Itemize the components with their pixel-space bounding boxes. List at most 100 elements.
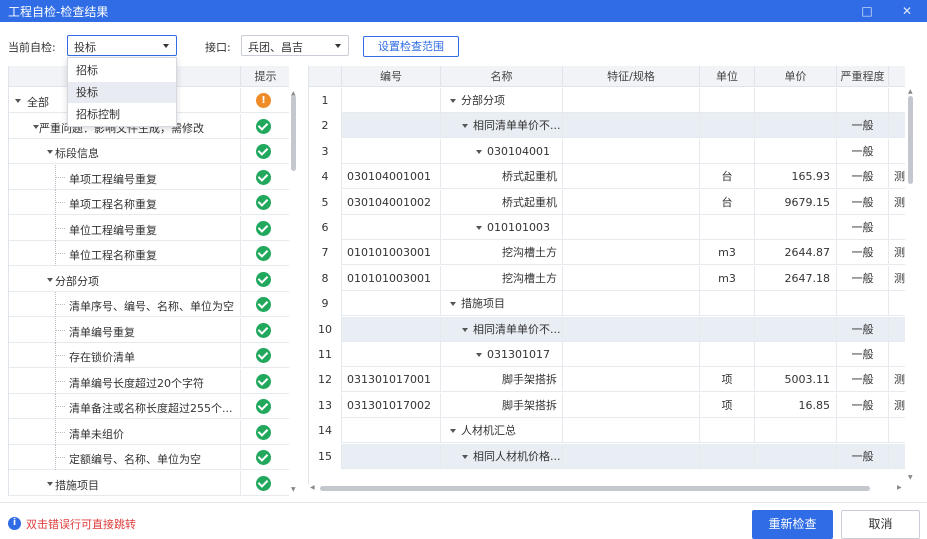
tree-row[interactable]: 清单编号重复 — [9, 317, 289, 343]
cell-unit: 项 — [699, 392, 754, 418]
cell-name: 挖沟槽土方 — [440, 240, 562, 266]
window-restore-icon[interactable]: □ — [858, 2, 876, 20]
cell-severity: 一般 — [836, 342, 888, 367]
expand-triangle-icon[interactable] — [450, 429, 456, 434]
table-row[interactable]: 7 010101003001 挖沟槽土方 m3 2644.87 一般测 — [309, 240, 905, 266]
table-row[interactable]: 9 措施项目 — [309, 291, 905, 317]
tree-row[interactable]: 清单备注或名称长度超过255个... — [9, 394, 289, 419]
scroll-thumb[interactable] — [320, 486, 870, 491]
expand-triangle-icon[interactable] — [47, 481, 53, 486]
table-row[interactable]: 11 031301017 一般 — [309, 342, 905, 367]
tree-row[interactable]: 清单编号长度超过20个字符 — [9, 368, 289, 394]
result-horizontal-scrollbar[interactable]: ◀ ▶ — [308, 484, 908, 494]
cell-spec — [562, 164, 699, 190]
cell-unit — [699, 88, 754, 113]
scroll-up-icon[interactable]: ▲ — [908, 88, 913, 95]
table-row[interactable]: 15 相同人材机价格... 一般 — [309, 443, 905, 469]
expand-triangle-icon[interactable] — [476, 353, 482, 357]
tree-row[interactable]: 单位工程名称重复 — [9, 241, 289, 266]
table-row[interactable]: 8 010101003001 挖沟槽土方 m3 2647.18 一般测 — [309, 265, 905, 291]
current-check-select[interactable]: 投标 — [67, 35, 177, 56]
scroll-left-icon[interactable]: ◀ — [310, 484, 315, 491]
table-row[interactable]: 14 人材机汇总 — [309, 418, 905, 444]
dropdown-option-zhaobiao-kongzhi[interactable]: 招标控制 — [68, 104, 176, 125]
tree-scrollbar[interactable]: ▲ ▼ — [289, 90, 298, 494]
tree-row[interactable]: 单项工程编号重复 — [9, 164, 289, 190]
expand-triangle-icon[interactable] — [15, 99, 21, 103]
set-check-range-button[interactable]: 设置检查范围 — [363, 36, 459, 57]
interface-select[interactable]: 兵团、昌吉 — [241, 35, 349, 56]
expand-triangle-icon[interactable] — [462, 124, 468, 129]
cell-name-text: 相同人材机价格... — [473, 449, 561, 463]
expand-triangle-icon[interactable] — [450, 302, 456, 307]
cell-unit: 台 — [699, 189, 754, 215]
col-header-price: 单价 — [754, 66, 836, 87]
tree-connector — [55, 241, 56, 266]
table-row[interactable]: 12 031301017001 脚手架搭拆 项 5003.11 一般测 — [309, 367, 905, 393]
tree-connector — [55, 445, 56, 470]
scroll-right-icon[interactable]: ▶ — [897, 484, 902, 491]
table-row[interactable]: 10 相同清单单价不... 一般 — [309, 316, 905, 342]
table-row[interactable]: 2 相同清单单价不... 一般 — [309, 113, 905, 139]
table-row[interactable]: 6 010101003 一般 — [309, 215, 905, 240]
expand-triangle-icon[interactable] — [47, 277, 53, 282]
column-divider — [240, 241, 241, 266]
cell-unit — [699, 443, 754, 469]
cell-price — [754, 291, 836, 317]
tree-row[interactable]: 分部分项 — [9, 266, 289, 292]
cell-no: 6 — [309, 215, 341, 240]
result-vertical-scrollbar[interactable]: ▲ ▼ — [905, 88, 917, 484]
table-row[interactable]: 5 030104001002 桥式起重机 台 9679.15 一般测 — [309, 189, 905, 215]
cancel-button[interactable]: 取消 — [841, 510, 920, 539]
cell-code: 031301017002 — [341, 392, 440, 418]
tree-connector — [55, 304, 65, 305]
expand-triangle-icon[interactable] — [476, 226, 482, 230]
scroll-down-icon[interactable]: ▼ — [908, 474, 913, 481]
expand-triangle-icon[interactable] — [476, 149, 482, 154]
tree-row-label: 单项工程名称重复 — [69, 198, 157, 211]
tree-connector — [55, 176, 65, 178]
dropdown-option-zhaobiao[interactable]: 招标 — [68, 60, 176, 81]
scroll-down-icon[interactable]: ▼ — [291, 486, 296, 493]
tree-row[interactable]: 单项工程名称重复 — [9, 190, 289, 215]
tree-row[interactable]: 措施项目 — [9, 470, 289, 496]
tree-row[interactable]: 清单未组价 — [9, 419, 289, 445]
cell-extra — [888, 342, 905, 367]
expand-triangle-icon[interactable] — [462, 454, 468, 459]
cell-spec — [562, 138, 699, 164]
tree-row-label: 分部分项 — [55, 274, 99, 288]
expand-triangle-icon[interactable] — [462, 327, 468, 332]
tree-row[interactable]: 存在锁价清单 — [9, 343, 289, 368]
result-grid-header: 编号 名称 特征/规格 单位 单价 严重程度 — [309, 66, 905, 87]
table-row[interactable]: 3 030104001 一般 — [309, 138, 905, 164]
interface-value: 兵团、昌吉 — [248, 41, 303, 54]
tree-row[interactable]: 单位工程编号重复 — [9, 215, 289, 241]
tree-row[interactable]: 定额编号、名称、单位为空 — [9, 445, 289, 470]
tree-row-label: 标段信息 — [55, 147, 99, 160]
cell-no: 3 — [309, 138, 341, 164]
table-row[interactable]: 4 030104001001 桥式起重机 台 165.93 一般测 — [309, 164, 905, 190]
scroll-thumb[interactable] — [908, 96, 913, 184]
table-row[interactable]: 1 分部分项 — [309, 88, 905, 113]
cell-name: 挖沟槽土方 — [440, 265, 562, 291]
scroll-thumb[interactable] — [291, 95, 296, 171]
cell-name-text: 桥式起重机 — [502, 195, 557, 209]
tree-row-label: 单位工程编号重复 — [69, 223, 157, 237]
table-row[interactable]: 13 031301017002 脚手架搭拆 项 16.85 一般测 — [309, 392, 905, 418]
expand-triangle-icon[interactable] — [450, 99, 456, 103]
jump-hint-text: 双击错误行可直接跳转 — [26, 518, 136, 531]
tree-connector — [55, 190, 56, 215]
recheck-button[interactable]: 重新检查 — [752, 510, 833, 539]
close-icon[interactable]: ✕ — [898, 2, 916, 20]
chevron-down-icon — [335, 44, 341, 48]
tree-row[interactable]: 清单序号、编号、名称、单位为空 — [9, 292, 289, 317]
cell-code — [341, 342, 440, 367]
cell-price: 2647.18 — [754, 265, 836, 291]
tree-row[interactable]: 标段信息 — [9, 139, 289, 164]
tree-row-label: 单项工程编号重复 — [69, 172, 157, 186]
col-header-spec: 特征/规格 — [562, 66, 699, 87]
tree-connector — [55, 419, 56, 445]
expand-triangle-icon[interactable] — [47, 150, 53, 154]
cell-severity: 一般 — [836, 316, 888, 342]
dropdown-option-toubiao[interactable]: 投标 — [68, 82, 176, 103]
